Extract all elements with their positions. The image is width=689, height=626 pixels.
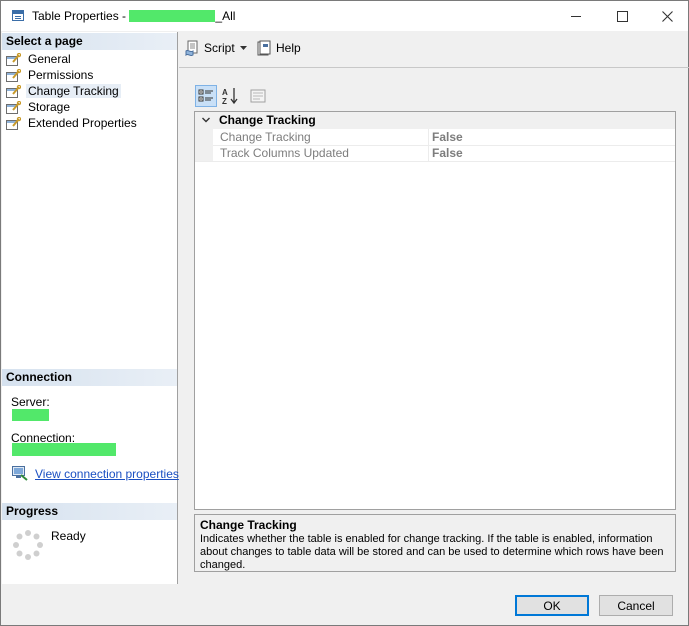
server-label: Server:	[11, 395, 50, 409]
title-bar[interactable]: Table Properties - _All	[1, 1, 688, 31]
page-wrench-icon	[6, 100, 21, 114]
property-row[interactable]: Change Tracking False	[195, 129, 675, 146]
page-wrench-icon	[6, 68, 21, 82]
property-pages-icon	[250, 89, 266, 103]
help-label: Help	[276, 41, 301, 55]
page-item-extended-properties[interactable]: Extended Properties	[6, 115, 139, 131]
minimize-icon	[571, 15, 581, 17]
ok-button[interactable]: OK	[515, 595, 589, 616]
redacted-connection-name	[12, 443, 116, 456]
property-name: Track Columns Updated	[220, 146, 349, 160]
redacted-server-name	[12, 409, 49, 421]
maximize-icon	[616, 10, 628, 22]
description-title: Change Tracking	[200, 518, 297, 532]
column-divider[interactable]	[428, 145, 429, 161]
connection-properties-icon	[12, 466, 28, 481]
description-pane: Change Tracking Indicates whether the ta…	[194, 514, 676, 572]
progress-spinner-icon	[12, 529, 44, 561]
select-page-header: Select a page	[2, 33, 177, 50]
window-title: Table Properties - _All	[32, 9, 235, 23]
row-gutter	[195, 145, 213, 161]
page-item-permissions[interactable]: Permissions	[6, 67, 95, 83]
property-row[interactable]: Track Columns Updated False	[195, 145, 675, 162]
page-item-label: Permissions	[28, 68, 94, 82]
progress-header: Progress	[2, 503, 177, 520]
cancel-button[interactable]: Cancel	[599, 595, 673, 616]
window-title-suffix: _All	[215, 9, 236, 23]
page-wrench-icon	[6, 84, 21, 98]
left-panel: Select a page General Permissions Change…	[2, 32, 179, 584]
redacted-table-name	[129, 10, 216, 22]
progress-status: Ready	[51, 529, 86, 543]
script-dropdown-button[interactable]	[239, 41, 248, 54]
category-row[interactable]: Change Tracking	[195, 112, 675, 129]
close-icon	[661, 10, 673, 22]
minimize-button[interactable]	[553, 1, 599, 31]
page-item-change-tracking[interactable]: Change Tracking	[6, 83, 121, 99]
maximize-button[interactable]	[599, 1, 645, 31]
script-button[interactable]: Script	[185, 40, 235, 56]
script-icon	[185, 40, 198, 56]
alphabetical-button[interactable]: AZ	[219, 85, 241, 107]
connection-header: Connection	[2, 369, 177, 386]
close-button[interactable]	[644, 1, 689, 31]
page-item-label: Storage	[28, 100, 71, 114]
property-name: Change Tracking	[220, 130, 311, 144]
sort-alphabetical-icon: AZ	[222, 88, 238, 105]
page-wrench-icon	[6, 116, 21, 130]
window-title-prefix: Table Properties -	[32, 9, 130, 23]
category-name: Change Tracking	[219, 113, 316, 127]
page-item-storage[interactable]: Storage	[6, 99, 72, 115]
view-connection-properties-link[interactable]: View connection properties	[35, 467, 179, 481]
page-item-general[interactable]: General	[6, 51, 73, 67]
help-button[interactable]: Help	[256, 40, 301, 56]
script-label: Script	[204, 41, 235, 55]
toolbar: Script Help	[179, 32, 689, 68]
page-item-label: Extended Properties	[28, 116, 137, 130]
property-value[interactable]: False	[432, 129, 463, 145]
column-divider[interactable]	[428, 129, 429, 145]
table-properties-icon	[12, 10, 24, 21]
property-value[interactable]: False	[432, 145, 463, 161]
row-gutter	[195, 129, 213, 145]
svg-text:A: A	[222, 88, 228, 97]
help-icon	[257, 40, 271, 56]
table-properties-window: Table Properties - _All Select a page Ge…	[0, 0, 689, 626]
property-pages-button[interactable]	[247, 85, 269, 107]
chevron-down-icon	[240, 46, 247, 50]
page-item-label: General	[28, 52, 71, 66]
categorized-icon	[198, 89, 213, 102]
categorized-button[interactable]	[195, 85, 217, 107]
description-text: Indicates whether the table is enabled f…	[200, 533, 664, 571]
svg-text:Z: Z	[222, 97, 227, 105]
property-grid: Change Tracking Change Tracking False Tr…	[194, 111, 676, 510]
page-wrench-icon	[6, 52, 21, 66]
page-item-label: Change Tracking	[26, 84, 121, 98]
